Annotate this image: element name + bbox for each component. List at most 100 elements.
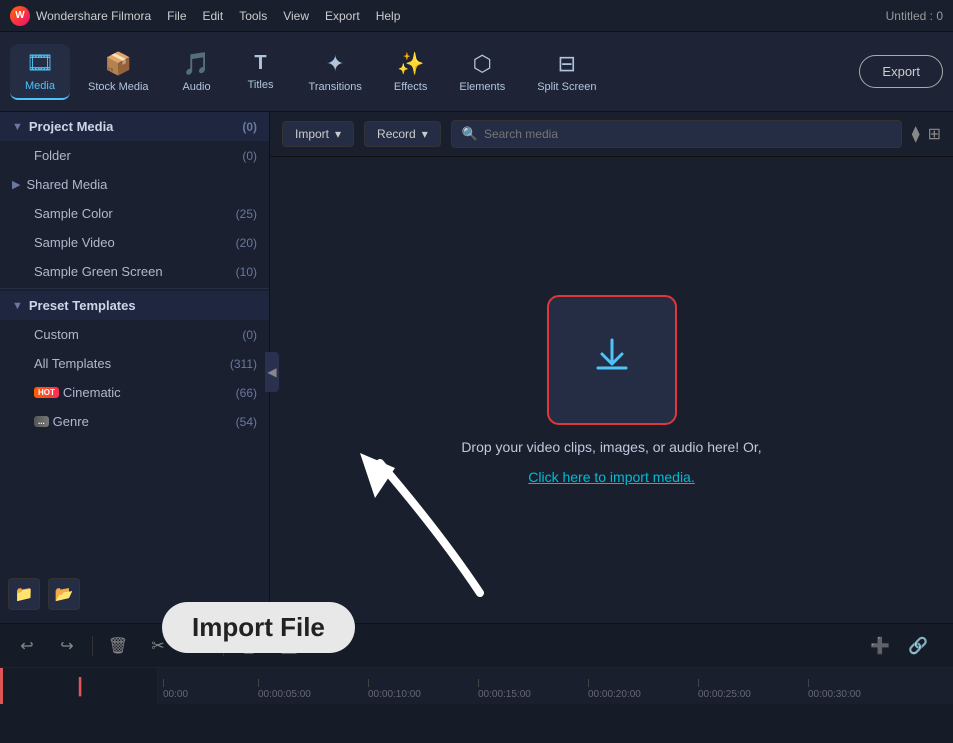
sidebar-folder-label: Folder — [34, 148, 71, 163]
app-name: Wondershare Filmora — [36, 9, 151, 23]
ruler-mark-3: 00:00:15:00 — [478, 679, 588, 700]
sidebar-item-sample-green-screen[interactable]: Sample Green Screen (10) — [0, 257, 269, 286]
add-folder-button[interactable]: 📁 — [8, 578, 40, 610]
genre-count: (54) — [236, 415, 257, 429]
toolbar-item-effects[interactable]: ✨ Effects — [380, 45, 441, 99]
toolbar-item-transitions[interactable]: ✦ Transitions — [295, 45, 376, 99]
playhead-marker: | — [77, 675, 83, 698]
sidebar-item-sample-color[interactable]: Sample Color (25) — [0, 199, 269, 228]
menu-export[interactable]: Export — [325, 9, 360, 23]
grid-view-icon[interactable]: ⊞ — [928, 124, 941, 144]
project-media-arrow[interactable]: ▼ — [12, 121, 23, 133]
toolbar-titles-label: Titles — [248, 79, 274, 91]
search-icon: 🔍 — [462, 126, 478, 142]
color-correct-button[interactable]: 🎚 — [234, 631, 264, 661]
toolbar-transitions-label: Transitions — [309, 81, 362, 93]
sidebar-sample-color-label: Sample Color — [34, 206, 113, 221]
sidebar-group-preset-templates[interactable]: ▼ Preset Templates — [0, 291, 269, 320]
audio-stretch-button[interactable]: 🎛 — [274, 631, 304, 661]
browse-folder-button[interactable]: 📂 — [48, 578, 80, 610]
shared-media-arrow[interactable]: ▶ — [12, 178, 20, 191]
drop-link[interactable]: Click here to import media. — [528, 469, 695, 485]
link-icon: 🔗 — [908, 636, 928, 656]
toolbar: 🎞 Media 📦 Stock Media 🎵 Audio T Titles ✦… — [0, 32, 953, 112]
timeline-extra-buttons: ➕ 🔗 — [857, 631, 941, 661]
sidebar-item-cinematic[interactable]: HOT Cinematic (66) — [0, 378, 269, 407]
menu-edit[interactable]: Edit — [203, 9, 224, 23]
record-chevron-icon: ▾ — [422, 127, 428, 141]
toolbar-item-media[interactable]: 🎞 Media — [10, 44, 70, 100]
drop-zone: Drop your video clips, images, or audio … — [270, 157, 953, 623]
sidebar-item-all-templates[interactable]: All Templates (311) — [0, 349, 269, 378]
import-dropdown[interactable]: Import ▾ — [282, 121, 354, 147]
sidebar-collapse-handle[interactable]: ◀ — [265, 352, 270, 392]
menu-file[interactable]: File — [167, 9, 186, 23]
link-button[interactable]: 🔗 — [903, 631, 933, 661]
undo-button[interactable]: ↩ — [12, 631, 42, 661]
menu-view[interactable]: View — [283, 9, 309, 23]
time-label-2: 00:00:10:00 — [368, 689, 421, 700]
menubar: File Edit Tools View Export Help — [167, 9, 400, 23]
all-templates-count: (311) — [230, 357, 257, 371]
sidebar-item-sample-video[interactable]: Sample Video (20) — [0, 228, 269, 257]
redo-button[interactable]: ↪ — [52, 631, 82, 661]
timeline-left-spacer: | — [3, 668, 158, 704]
logo-icon: W — [10, 6, 30, 26]
add-track-button[interactable]: ➕ — [865, 631, 895, 661]
timeline-ruler: | 00:00 00:00:05:00 00:00:10:00 00:00:15… — [0, 668, 953, 704]
content-area: Import ▾ Record ▾ 🔍 ⧫ ⊞ — [270, 112, 953, 623]
disable-clip-button[interactable]: ◻ — [183, 631, 213, 661]
time-label-4: 00:00:20:00 — [588, 689, 641, 700]
ruler-mark-1: 00:00:05:00 — [258, 679, 368, 700]
sample-video-count: (20) — [236, 236, 257, 250]
search-box: 🔍 — [451, 120, 902, 148]
drop-box[interactable] — [547, 295, 677, 425]
project-media-count: (0) — [242, 120, 257, 134]
split-screen-icon: ⊟ — [558, 51, 576, 77]
sidebar-item-genre[interactable]: ... Genre (54) — [0, 407, 269, 436]
toolbar-right: Export — [859, 55, 943, 88]
sidebar-sample-video-label: Sample Video — [34, 235, 115, 250]
delete-button[interactable]: 🗑 — [103, 631, 133, 661]
effects-icon: ✨ — [397, 51, 424, 77]
sidebar-item-custom[interactable]: Custom (0) — [0, 320, 269, 349]
filter-icon[interactable]: ⧫ — [912, 124, 920, 144]
toolbar-item-elements[interactable]: ⬡ Elements — [445, 45, 519, 99]
timeline-toolbar: ↩ ↪ 🗑 ✂ ◻ 🎚 🎛 ➕ 🔗 — [0, 624, 953, 668]
export-button[interactable]: Export — [859, 55, 943, 88]
folder-count: (0) — [242, 149, 257, 163]
record-dropdown[interactable]: Record ▾ — [364, 121, 441, 147]
undo-icon: ↩ — [20, 636, 33, 656]
audio-stretch-icon: 🎛 — [279, 636, 299, 656]
transitions-icon: ✦ — [326, 51, 344, 77]
sidebar-item-folder[interactable]: Folder (0) — [0, 141, 269, 170]
menu-help[interactable]: Help — [376, 9, 401, 23]
time-label-1: 00:00:05:00 — [258, 689, 311, 700]
genre-hot-badge: ... — [34, 416, 49, 427]
toolbar-split-screen-label: Split Screen — [537, 81, 596, 93]
toolbar-item-titles[interactable]: T Titles — [231, 46, 291, 97]
main-layout: ▼ Project Media (0) Folder (0) ▶ Shared … — [0, 112, 953, 623]
time-label-3: 00:00:15:00 — [478, 689, 531, 700]
preset-templates-arrow[interactable]: ▼ — [12, 300, 23, 312]
menu-tools[interactable]: Tools — [239, 9, 267, 23]
stock-media-icon: 📦 — [105, 51, 132, 77]
audio-icon: 🎵 — [183, 51, 210, 77]
window-title: Untitled : 0 — [886, 9, 943, 23]
import-chevron-icon: ▾ — [335, 127, 341, 141]
sidebar-group-project-media[interactable]: ▼ Project Media (0) — [0, 112, 269, 141]
timeline-separator-1 — [92, 636, 93, 656]
ruler-mark-0: 00:00 — [163, 679, 258, 700]
record-label: Record — [377, 127, 416, 141]
sidebar-divider-1 — [0, 288, 269, 289]
sidebar-item-shared-media[interactable]: ▶ Shared Media — [0, 170, 269, 199]
search-input[interactable] — [484, 127, 891, 141]
toolbar-item-audio[interactable]: 🎵 Audio — [167, 45, 227, 99]
drop-icon — [584, 326, 640, 394]
media-icon: 🎞 — [26, 50, 54, 76]
toolbar-item-split-screen[interactable]: ⊟ Split Screen — [523, 45, 610, 99]
import-label: Import — [295, 127, 329, 141]
elements-icon: ⬡ — [473, 51, 492, 77]
cut-button[interactable]: ✂ — [143, 631, 173, 661]
toolbar-item-stock-media[interactable]: 📦 Stock Media — [74, 45, 163, 99]
